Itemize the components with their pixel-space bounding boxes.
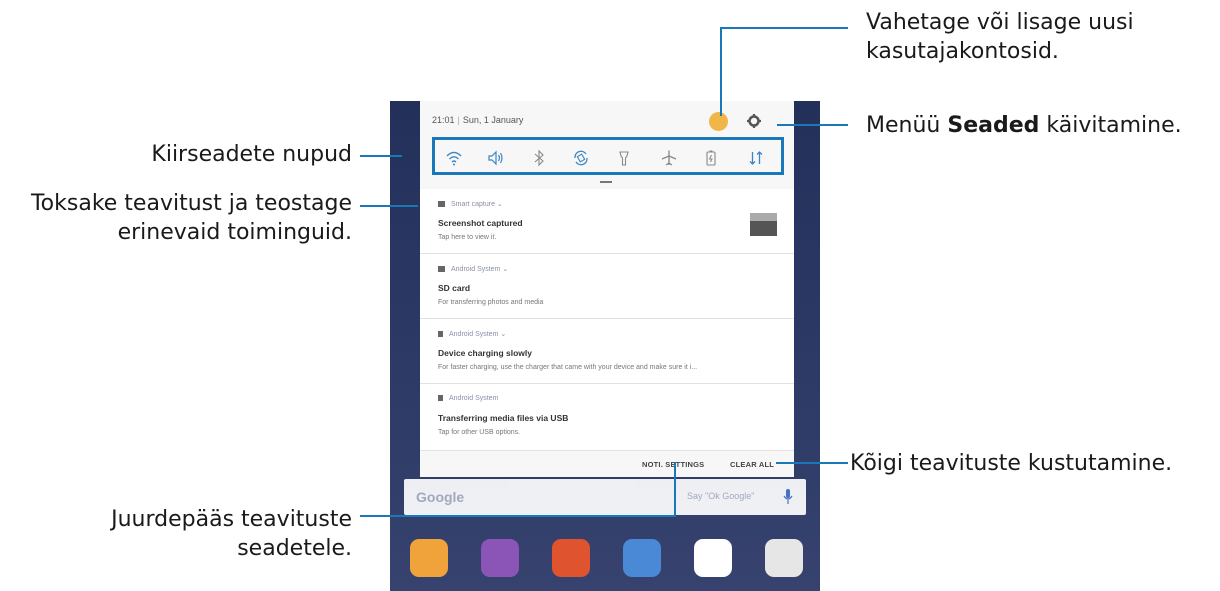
status-date: Sun, 1 January [462, 115, 524, 125]
auto-rotate-icon[interactable] [572, 149, 590, 167]
status-time: 21:01 [432, 115, 455, 125]
microphone-icon[interactable] [783, 489, 793, 505]
drag-handle[interactable] [600, 181, 612, 183]
annotation-notif-line2: seadetele. [237, 536, 352, 561]
callout-accounts-vertical [720, 28, 722, 116]
maps-app-icon[interactable] [623, 539, 661, 577]
power-saving-icon[interactable] [702, 149, 720, 167]
apps-folder-icon[interactable] [765, 539, 803, 577]
annotation-tap-line2: erinevaid toiminguid. [117, 220, 352, 245]
quick-settings-bar [432, 137, 784, 175]
sound-icon[interactable] [487, 149, 505, 167]
notification-app: Android System ⌄ [438, 265, 508, 273]
notification-item[interactable]: Android System Transferring media files … [420, 384, 794, 451]
account-avatar-icon[interactable] [709, 112, 728, 131]
notification-item[interactable]: Android System ⌄ SD card For transferrin… [420, 254, 794, 319]
notification-item[interactable]: Smart capture ⌄ Screenshot captured Tap … [420, 189, 794, 254]
notification-title: Device charging slowly [438, 348, 533, 358]
sd-card-icon [438, 266, 445, 272]
annotation-tap-notification: Toksake teavitust ja teostage erinevaid … [31, 189, 352, 247]
callout-accounts-horizontal [720, 27, 848, 29]
annotation-tap-line1: Toksake teavitust ja teostage [30, 191, 352, 216]
notification-app: Smart capture ⌄ [438, 200, 503, 208]
notification-app-name: Android System [449, 331, 499, 338]
notification-text: For transferring photos and media [438, 299, 544, 306]
bixby-app-icon[interactable] [410, 539, 448, 577]
image-icon [438, 201, 445, 207]
notification-app: Android System [438, 395, 498, 402]
notification-text: For faster charging, use the charger tha… [438, 364, 698, 371]
notification-panel: 21:01 | Sun, 1 January Smart capture ⌄ S… [420, 101, 794, 477]
notification-text: Tap here to view it. [438, 234, 497, 241]
charging-icon [438, 331, 443, 337]
notes-app-icon[interactable] [552, 539, 590, 577]
google-search-bar[interactable]: Google Say "Ok Google" [404, 479, 806, 515]
annotation-settings: Menüü Seaded käivitamine. [866, 111, 1182, 140]
annotation-notif-line1: Juurdepääs teavituste [111, 507, 352, 532]
tablet-screen: 21:01 | Sun, 1 January Smart capture ⌄ S… [390, 101, 820, 591]
callout-notif-settings-horizontal [360, 515, 676, 517]
notification-app-name: Android System [449, 395, 499, 402]
annotation-settings-bold: Seaded [947, 113, 1040, 138]
status-bar: 21:01 | Sun, 1 January [432, 115, 524, 125]
notification-title: SD card [438, 283, 471, 293]
callout-notif-settings-vertical [674, 462, 676, 516]
annotation-accounts: Vahetage või lisage uusi kasutajakontosi… [866, 8, 1134, 66]
annotation-settings-suffix: käivitamine. [1046, 113, 1182, 138]
flashlight-icon[interactable] [615, 149, 633, 167]
notification-item[interactable]: Android System ⌄ Device charging slowly … [420, 319, 794, 384]
callout-tap-notification [360, 205, 418, 207]
airplane-icon[interactable] [660, 149, 678, 167]
mobile-data-icon[interactable] [747, 149, 765, 167]
notification-app: Android System ⌄ [438, 330, 506, 338]
notification-actions: NOTI. SETTINGS CLEAR ALL [420, 451, 794, 477]
clear-all-button[interactable]: CLEAR ALL [730, 460, 774, 469]
annotation-quick-buttons: Kiirseadete nupud [151, 142, 352, 167]
screenshot-thumbnail [750, 213, 777, 236]
annotation-accounts-line2: kasutajakontosid. [866, 39, 1059, 64]
annotation-accounts-line1: Vahetage või lisage uusi [866, 10, 1134, 35]
bluetooth-icon[interactable] [530, 149, 548, 167]
annotation-settings-prefix: Menüü [866, 113, 941, 138]
notification-text: Tap for other USB options. [438, 429, 521, 436]
notification-app-name: Android System [451, 266, 501, 273]
camera-app-icon[interactable] [481, 539, 519, 577]
notification-app-name: Smart capture [451, 201, 495, 208]
google-logo: Google [416, 489, 465, 505]
gear-icon[interactable] [746, 113, 762, 129]
callout-settings [777, 124, 848, 126]
annotation-clear-all: Kõigi teavituste kustutamine. [850, 451, 1173, 476]
notification-title: Transferring media files via USB [438, 413, 569, 423]
notification-title: Screenshot captured [438, 218, 523, 228]
wifi-icon[interactable] [445, 149, 463, 167]
play-store-app-icon[interactable] [694, 539, 732, 577]
callout-clear-all [776, 462, 848, 464]
search-hint: Say "Ok Google" [687, 491, 755, 501]
usb-icon [438, 395, 443, 401]
annotation-notif-settings: Juurdepääs teavituste seadetele. [111, 505, 352, 563]
callout-quick-buttons [360, 155, 402, 157]
